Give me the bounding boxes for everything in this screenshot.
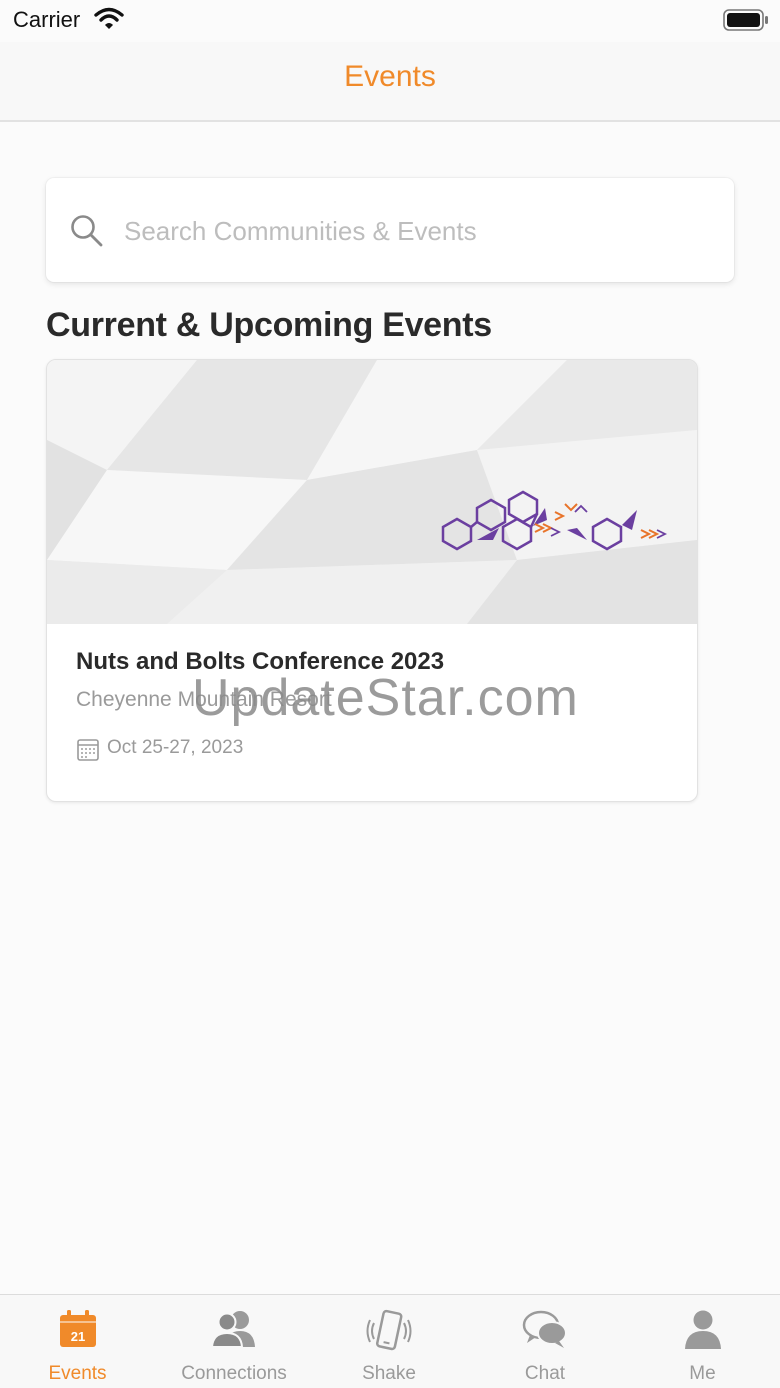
tab-chat[interactable]: Chat bbox=[465, 1295, 625, 1388]
calendar-icon bbox=[77, 739, 99, 761]
search-input[interactable] bbox=[122, 208, 716, 254]
page-title: Events bbox=[344, 60, 436, 93]
event-banner-image bbox=[47, 360, 697, 624]
tab-connections[interactable]: Connections bbox=[155, 1295, 313, 1388]
navigation-bar: Events bbox=[0, 42, 780, 122]
search-icon bbox=[71, 215, 103, 247]
tab-label: Shake bbox=[362, 1363, 416, 1384]
people-icon bbox=[210, 1311, 255, 1348]
tab-label: Chat bbox=[524, 1363, 566, 1384]
wifi-icon bbox=[94, 7, 124, 29]
carrier-label: Carrier bbox=[13, 7, 81, 32]
search-bar[interactable] bbox=[46, 178, 734, 282]
chat-bubbles-icon bbox=[522, 1310, 567, 1348]
battery-icon bbox=[723, 9, 768, 31]
person-icon bbox=[684, 1310, 721, 1349]
status-bar: Carrier bbox=[0, 0, 780, 42]
section-title: Current & Upcoming Events bbox=[46, 306, 492, 344]
tab-events[interactable]: 21 Events bbox=[0, 1295, 155, 1388]
tab-label: Events bbox=[48, 1363, 107, 1384]
tab-me[interactable]: Me bbox=[625, 1295, 780, 1388]
event-card[interactable]: Nuts and Bolts Conference 2023 Cheyenne … bbox=[46, 359, 698, 802]
calendar-icon: 21 bbox=[59, 1310, 96, 1347]
tab-label: Connections bbox=[181, 1363, 287, 1384]
event-dates: Oct 25-27, 2023 bbox=[107, 737, 244, 758]
watermark: UpdateStar.com bbox=[192, 669, 579, 727]
calendar-badge: 21 bbox=[70, 1329, 84, 1344]
tab-label: Me bbox=[689, 1363, 716, 1384]
tab-shake[interactable]: Shake bbox=[313, 1295, 465, 1388]
tab-bar: 21 Events Connections Shake Chat Me bbox=[0, 1294, 780, 1388]
phone-shake-icon bbox=[366, 1309, 412, 1351]
